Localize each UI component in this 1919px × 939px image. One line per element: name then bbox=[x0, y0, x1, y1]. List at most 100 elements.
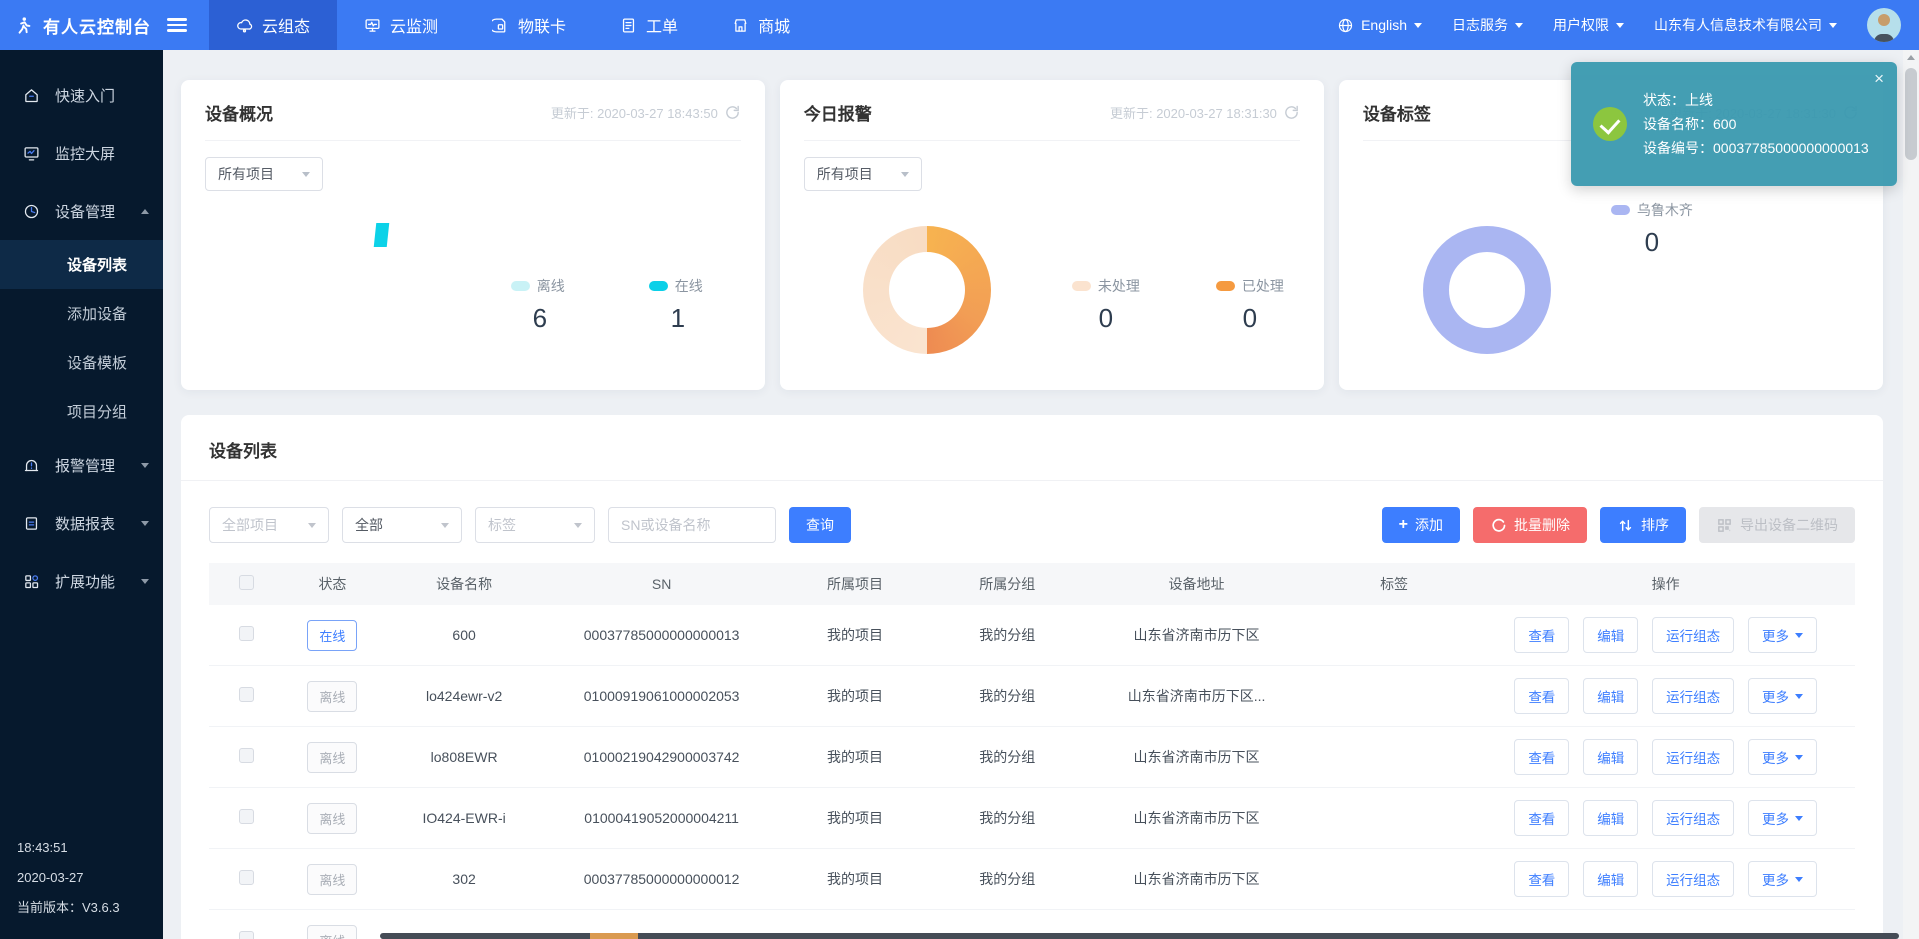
refresh-icon[interactable] bbox=[724, 104, 741, 121]
sidebar-item-monitor-screen[interactable]: 监控大屏 bbox=[0, 124, 163, 182]
more-button[interactable]: 更多 bbox=[1748, 617, 1817, 653]
chevron-down-icon bbox=[308, 523, 316, 528]
chevron-down-icon bbox=[1515, 23, 1523, 28]
nav-item-mall[interactable]: 商城 bbox=[705, 0, 817, 50]
row-checkbox[interactable] bbox=[239, 626, 254, 641]
more-button[interactable]: 更多 bbox=[1748, 678, 1817, 714]
toast-device-sn: 设备编号：00037785000000000013 bbox=[1643, 136, 1869, 160]
refresh-icon[interactable] bbox=[1283, 104, 1300, 121]
scrollbar-thumb[interactable] bbox=[1905, 68, 1917, 160]
run-scada-button[interactable]: 运行组态 bbox=[1652, 800, 1734, 836]
device-sn: 01000919061000002053 bbox=[546, 688, 776, 704]
log-service-menu[interactable]: 日志服务 bbox=[1452, 15, 1523, 35]
more-button[interactable]: 更多 bbox=[1748, 800, 1817, 836]
scroll-up-arrow[interactable] bbox=[1907, 55, 1915, 60]
row-checkbox[interactable] bbox=[239, 748, 254, 763]
edit-button[interactable]: 编辑 bbox=[1583, 678, 1638, 714]
monitor-pulse-icon bbox=[364, 17, 381, 34]
edit-button[interactable]: 编辑 bbox=[1583, 800, 1638, 836]
export-qrcode-button[interactable]: 导出设备二维码 bbox=[1699, 507, 1855, 543]
run-scada-button[interactable]: 运行组态 bbox=[1652, 617, 1734, 653]
nav-item-work-order[interactable]: 工单 bbox=[593, 0, 705, 50]
legend-swatch bbox=[649, 281, 668, 291]
close-icon[interactable]: × bbox=[1874, 69, 1884, 89]
avatar[interactable] bbox=[1867, 8, 1901, 42]
project-filter-select[interactable]: 全部项目 bbox=[209, 507, 329, 543]
menu-icon[interactable] bbox=[167, 18, 187, 32]
edit-button[interactable]: 编辑 bbox=[1583, 861, 1638, 897]
status-filter-select[interactable]: 全部 bbox=[342, 507, 462, 543]
sidebar-item-alarm-management[interactable]: 报警管理 bbox=[0, 436, 163, 494]
legend-unhandled: 未处理 0 bbox=[1072, 276, 1140, 334]
sidebar-item-add-device[interactable]: 添加设备 bbox=[0, 289, 163, 338]
project-filter-select[interactable]: 所有项目 bbox=[205, 157, 323, 191]
table-row: 离线 lo424ewr-v2 01000919061000002053 我的项目… bbox=[209, 666, 1855, 727]
card-title: 设备概况 bbox=[205, 100, 273, 125]
sidebar: 快速入门 监控大屏 设备管理 设备列表 添加设备 设备模板 项目分组 报警管理 … bbox=[0, 50, 163, 939]
scrollbar-accent bbox=[590, 933, 638, 939]
device-name: IO424-EWR-i bbox=[382, 810, 547, 826]
sidebar-item-device-template[interactable]: 设备模板 bbox=[0, 338, 163, 387]
report-icon bbox=[23, 515, 40, 532]
sidebar-item-device-management[interactable]: 设备管理 bbox=[0, 182, 163, 240]
nav-item-iot-card[interactable]: 物联卡 bbox=[465, 0, 593, 50]
run-scada-button[interactable]: 运行组态 bbox=[1652, 678, 1734, 714]
toast-device-name: 设备名称：600 bbox=[1643, 112, 1869, 136]
device-overview-bar bbox=[374, 223, 390, 247]
sidebar-item-data-report[interactable]: 数据报表 bbox=[0, 494, 163, 552]
current-date: 2020-03-27 bbox=[17, 863, 120, 893]
run-scada-button[interactable]: 运行组态 bbox=[1652, 739, 1734, 775]
chevron-down-icon bbox=[1795, 816, 1803, 821]
more-button[interactable]: 更多 bbox=[1748, 861, 1817, 897]
chevron-down-icon bbox=[1829, 23, 1837, 28]
version-label: 当前版本：V3.6.3 bbox=[17, 893, 120, 923]
user-permission-menu[interactable]: 用户权限 bbox=[1553, 15, 1624, 35]
company-account-menu[interactable]: 山东有人信息技术有限公司 bbox=[1654, 15, 1837, 35]
row-checkbox[interactable] bbox=[239, 870, 254, 885]
batch-delete-button[interactable]: 批量删除 bbox=[1473, 507, 1587, 543]
cloud-icon bbox=[236, 17, 253, 34]
tag-filter-select[interactable]: 标签 bbox=[475, 507, 595, 543]
chevron-down-icon bbox=[1616, 23, 1624, 28]
sidebar-item-extensions[interactable]: 扩展功能 bbox=[0, 552, 163, 610]
view-button[interactable]: 查看 bbox=[1514, 678, 1569, 714]
view-button[interactable]: 查看 bbox=[1514, 739, 1569, 775]
horizontal-scrollbar[interactable] bbox=[380, 933, 1899, 939]
card-updated: 更新于: 2020-03-27 18:43:50 bbox=[551, 103, 741, 122]
chevron-down-icon bbox=[141, 521, 149, 526]
sort-icon bbox=[1617, 517, 1634, 534]
view-button[interactable]: 查看 bbox=[1514, 617, 1569, 653]
plus-icon: + bbox=[1399, 517, 1408, 533]
language-selector[interactable]: English bbox=[1337, 17, 1422, 34]
chevron-down-icon bbox=[574, 523, 582, 528]
screen-icon bbox=[23, 145, 40, 162]
add-device-button[interactable]: + 添加 bbox=[1382, 507, 1460, 543]
nav-item-cloud-scada[interactable]: 云组态 bbox=[209, 0, 337, 50]
row-checkbox[interactable] bbox=[239, 687, 254, 702]
more-button[interactable]: 更多 bbox=[1748, 739, 1817, 775]
view-button[interactable]: 查看 bbox=[1514, 800, 1569, 836]
sidebar-item-project-group[interactable]: 项目分组 bbox=[0, 387, 163, 436]
chevron-down-icon bbox=[141, 463, 149, 468]
search-button[interactable]: 查询 bbox=[789, 507, 851, 543]
select-all-checkbox[interactable] bbox=[239, 575, 254, 590]
row-checkbox[interactable] bbox=[239, 931, 254, 939]
legend-swatch bbox=[1216, 281, 1235, 291]
brand[interactable]: 有人云控制台 bbox=[0, 0, 203, 50]
sidebar-item-device-list[interactable]: 设备列表 bbox=[0, 240, 163, 289]
project-filter-select[interactable]: 所有项目 bbox=[804, 157, 922, 191]
view-button[interactable]: 查看 bbox=[1514, 861, 1569, 897]
edit-button[interactable]: 编辑 bbox=[1583, 739, 1638, 775]
tags-legend: 乌鲁木齐 0 bbox=[1611, 200, 1693, 258]
sort-button[interactable]: 排序 bbox=[1600, 507, 1686, 543]
legend-offline: 离线 6 bbox=[511, 276, 569, 334]
vertical-scrollbar[interactable] bbox=[1903, 50, 1919, 939]
search-input[interactable] bbox=[608, 507, 776, 543]
edit-button[interactable]: 编辑 bbox=[1583, 617, 1638, 653]
sidebar-item-quick-start[interactable]: 快速入门 bbox=[0, 66, 163, 124]
nav-item-cloud-monitor[interactable]: 云监测 bbox=[337, 0, 465, 50]
run-scada-button[interactable]: 运行组态 bbox=[1652, 861, 1734, 897]
row-checkbox[interactable] bbox=[239, 809, 254, 824]
alarm-bell-icon bbox=[23, 457, 40, 474]
table-row: 离线 IO424-EWR-i 01000419052000004211 我的项目… bbox=[209, 788, 1855, 849]
